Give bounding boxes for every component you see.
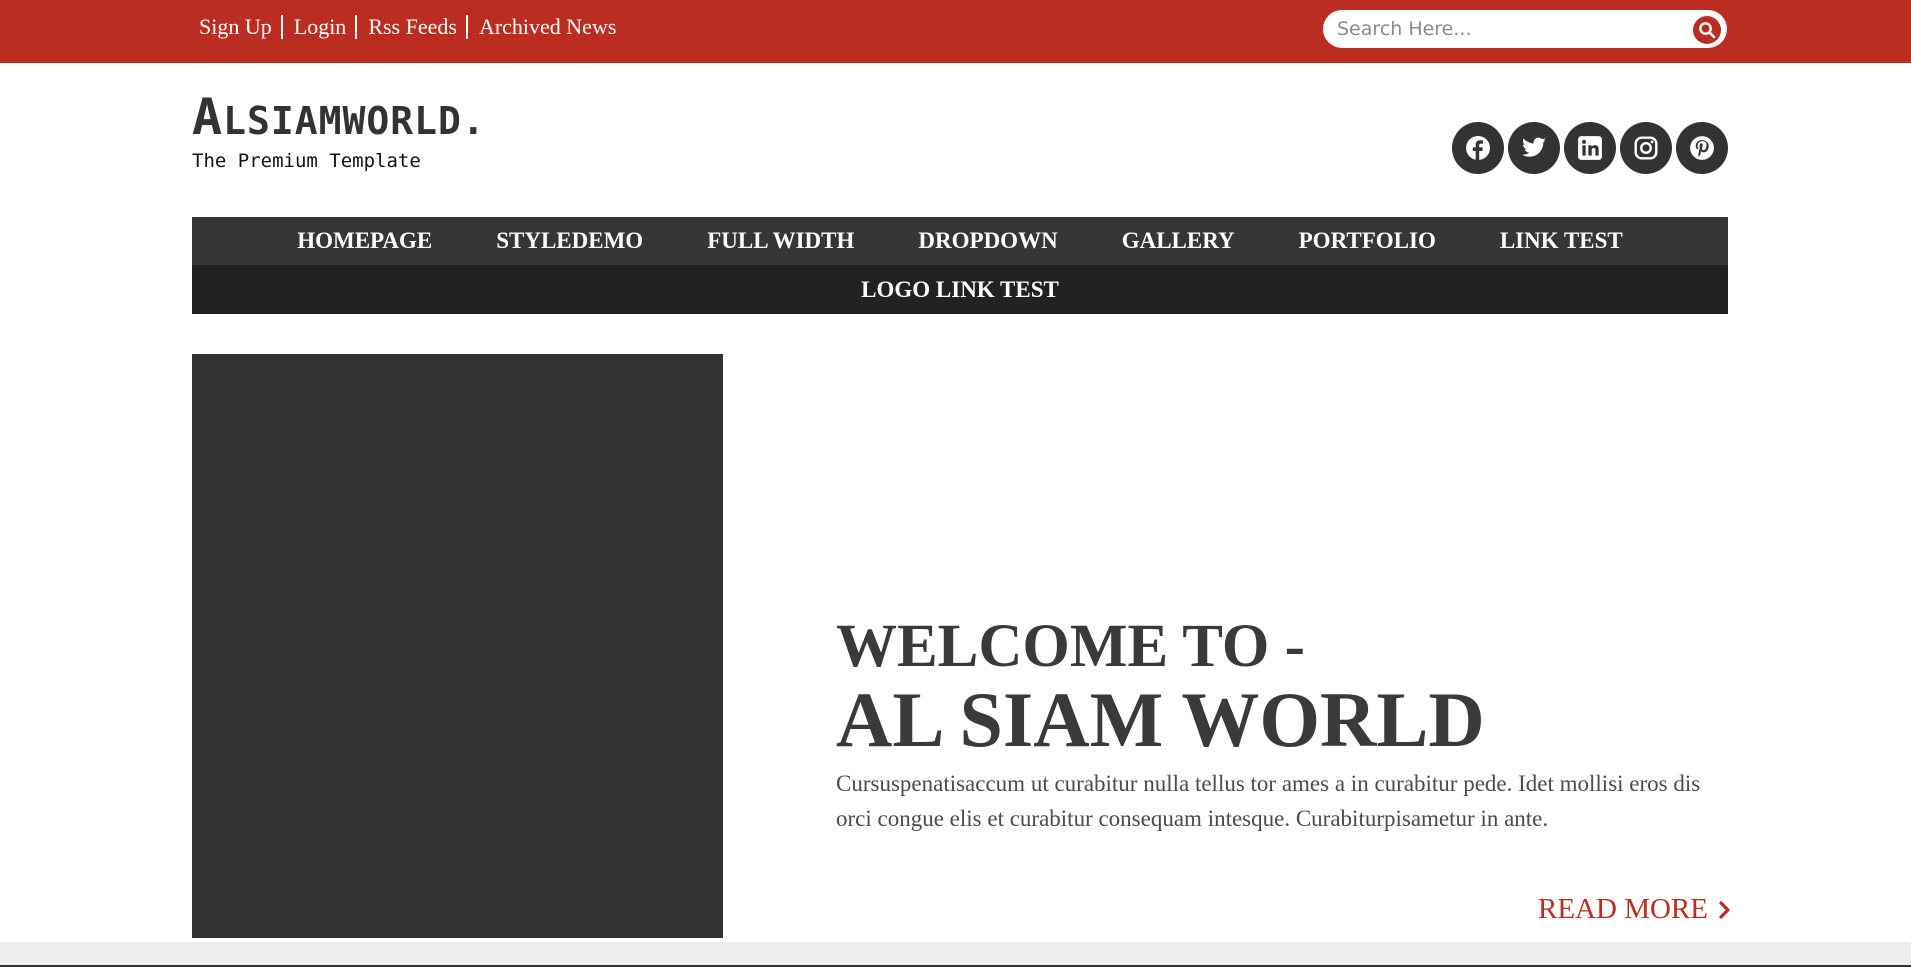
nav-item-full-width[interactable]: FULL WIDTH: [707, 228, 854, 254]
social-links: [1452, 122, 1732, 174]
chevron-right-icon: [1719, 900, 1730, 919]
twitter-icon: [1521, 137, 1546, 157]
rss-feeds-link[interactable]: Rss Feeds: [368, 14, 457, 40]
nav-item-styledemo[interactable]: STYLEDEMO: [496, 228, 643, 254]
nav-item-portfolio[interactable]: PORTFOLIO: [1299, 228, 1436, 254]
linkedin-icon: [1578, 136, 1602, 160]
read-more-link[interactable]: READ MORE: [1538, 893, 1732, 926]
site-title: ALSIAMWORLD.: [192, 88, 486, 146]
instagram-icon: [1634, 136, 1658, 160]
nav-row: LOGO LINK TEST: [192, 265, 1728, 314]
facebook-button[interactable]: [1452, 122, 1504, 174]
hero-content: WELCOME TO - AL SIAM WORLD Cursuspenatis…: [836, 612, 1736, 836]
nav-item-dropdown[interactable]: DROPDOWN: [918, 228, 1057, 254]
nav-item-homepage[interactable]: HOMEPAGE: [297, 228, 432, 254]
login-link[interactable]: Login: [294, 14, 347, 40]
site-tagline: The Premium Template: [192, 150, 421, 172]
top-links: Sign Up Login Rss Feeds Archived News: [199, 14, 616, 40]
pinterest-icon: [1690, 136, 1714, 160]
top-bar: Sign Up Login Rss Feeds Archived News: [0, 0, 1911, 63]
search-icon: [1699, 22, 1716, 39]
hero-description: Cursuspenatisaccum ut curabitur nulla te…: [836, 771, 1701, 831]
nav-item-logo-link-test[interactable]: LOGO LINK TEST: [861, 277, 1059, 303]
search-box: [1323, 10, 1727, 48]
nav-row: HOMEPAGE STYLEDEMO FULL WIDTH DROPDOWN G…: [192, 217, 1728, 265]
linkedin-button[interactable]: [1564, 122, 1616, 174]
separator: [280, 15, 283, 39]
site-logo[interactable]: ALSIAMWORLD. The Premium Template: [192, 88, 486, 172]
footer-strip: [0, 942, 1911, 965]
separator: [465, 15, 468, 39]
hero-image: [192, 354, 723, 938]
nav-item-gallery[interactable]: GALLERY: [1122, 228, 1235, 254]
facebook-icon: [1466, 136, 1490, 161]
site-title-rest: LSIAMWORLD.: [223, 99, 486, 143]
hero-heading-line1: WELCOME TO -: [836, 613, 1305, 680]
separator: [355, 15, 358, 39]
sign-up-link[interactable]: Sign Up: [199, 14, 272, 40]
instagram-button[interactable]: [1620, 122, 1672, 174]
nav-item-link-test[interactable]: LINK TEST: [1500, 228, 1623, 254]
hero-heading-line2: AL SIAM WORLD: [836, 676, 1485, 763]
search-input[interactable]: [1337, 10, 1677, 48]
site-title-initial: A: [192, 88, 224, 146]
main-nav: HOMEPAGE STYLEDEMO FULL WIDTH DROPDOWN G…: [192, 217, 1728, 314]
archived-news-link[interactable]: Archived News: [479, 14, 616, 40]
pinterest-button[interactable]: [1676, 122, 1728, 174]
search-button[interactable]: [1693, 16, 1721, 44]
read-more-label: READ MORE: [1538, 893, 1708, 925]
twitter-button[interactable]: [1508, 122, 1560, 174]
